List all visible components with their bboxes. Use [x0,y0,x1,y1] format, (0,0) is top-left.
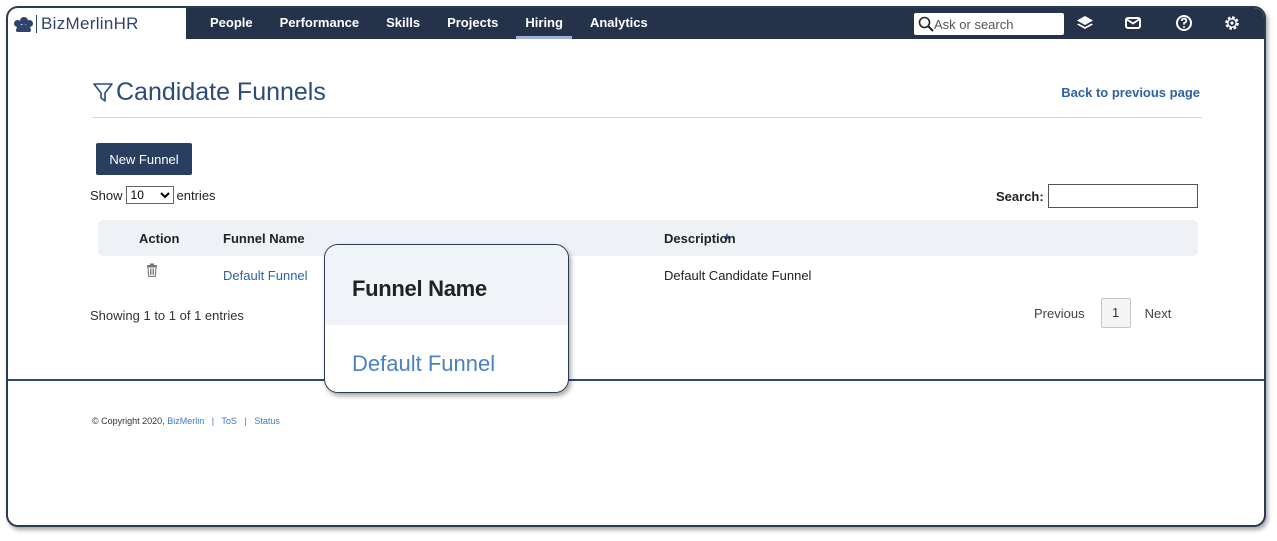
callout-header-text: Funnel Name [352,276,487,301]
global-search-input[interactable] [934,16,1059,32]
entries-label: entries [176,187,216,203]
top-nav: BizMerlinHR People Performance Skills Pr… [8,8,1264,39]
column-header-description[interactable]: Description [664,231,736,246]
logo[interactable]: BizMerlinHR [8,8,186,39]
footer-separator: | [244,416,247,426]
copyright-text: © Copyright 2020, [92,416,165,426]
footer-separator: | [211,416,215,426]
menu-item-hiring[interactable]: Hiring [516,8,572,39]
page-length-select[interactable]: 10 [125,186,174,204]
search-icon [918,16,934,32]
global-search[interactable] [914,13,1064,35]
next-page-button[interactable]: Next [1145,306,1172,321]
status-link[interactable]: Status [254,416,280,426]
menu-item-projects[interactable]: Projects [438,8,507,39]
people-logo-icon [14,16,33,32]
page-title-text: Candidate Funnels [116,78,326,106]
column-header-action[interactable]: Action [139,231,179,246]
company-link[interactable]: BizMerlin [167,416,204,426]
page-length-control: Show 10 entries [90,186,216,204]
tos-link[interactable]: ToS [221,416,237,426]
menu-item-analytics[interactable]: Analytics [581,8,657,39]
pagination: Previous 1 Next [1034,297,1171,329]
trash-icon[interactable] [146,263,158,277]
table-header: Action Funnel Name Description [98,220,1198,256]
back-link[interactable]: Back to previous page [1061,85,1200,100]
app-window: BizMerlinHR People Performance Skills Pr… [6,6,1266,527]
funnel-name-link[interactable]: Default Funnel [223,268,308,283]
previous-page-button[interactable]: Previous [1034,306,1085,321]
menu-item-people[interactable]: People [201,8,262,39]
main-menu: People Performance Skills Projects Hirin… [201,8,666,39]
column-header-funnel-name[interactable]: Funnel Name [223,231,305,246]
show-label: Show [90,187,123,203]
menu-item-skills[interactable]: Skills [377,8,429,39]
footer-divider [8,379,1264,381]
settings-icon[interactable] [1223,14,1241,32]
funnel-description: Default Candidate Funnel [664,268,812,283]
funnel-icon [93,82,113,102]
callout-header: Funnel Name [325,245,568,325]
mail-icon[interactable] [1124,14,1142,32]
table-search-label: Search: [996,189,1044,204]
logo-text: BizMerlinHR [41,13,139,33]
callout-funnel-link[interactable]: Default Funnel [352,351,495,377]
page-title: Candidate Funnels [92,78,326,107]
new-funnel-button[interactable]: New Funnel [96,143,192,175]
help-icon[interactable] [1175,14,1193,32]
page-1-button[interactable]: 1 [1100,298,1131,328]
logo-divider [36,14,37,33]
zoom-callout: Funnel Name Default Funnel [324,244,569,393]
menu-item-performance[interactable]: Performance [271,8,368,39]
title-divider [92,117,1202,118]
layers-icon[interactable] [1076,14,1094,32]
footer: © Copyright 2020, BizMerlin | ToS | Stat… [92,416,280,426]
table-info: Showing 1 to 1 of 1 entries [90,308,244,323]
table-search-input[interactable] [1048,184,1198,208]
table-row: Default Funnel Default Candidate Funnel [98,258,1198,286]
